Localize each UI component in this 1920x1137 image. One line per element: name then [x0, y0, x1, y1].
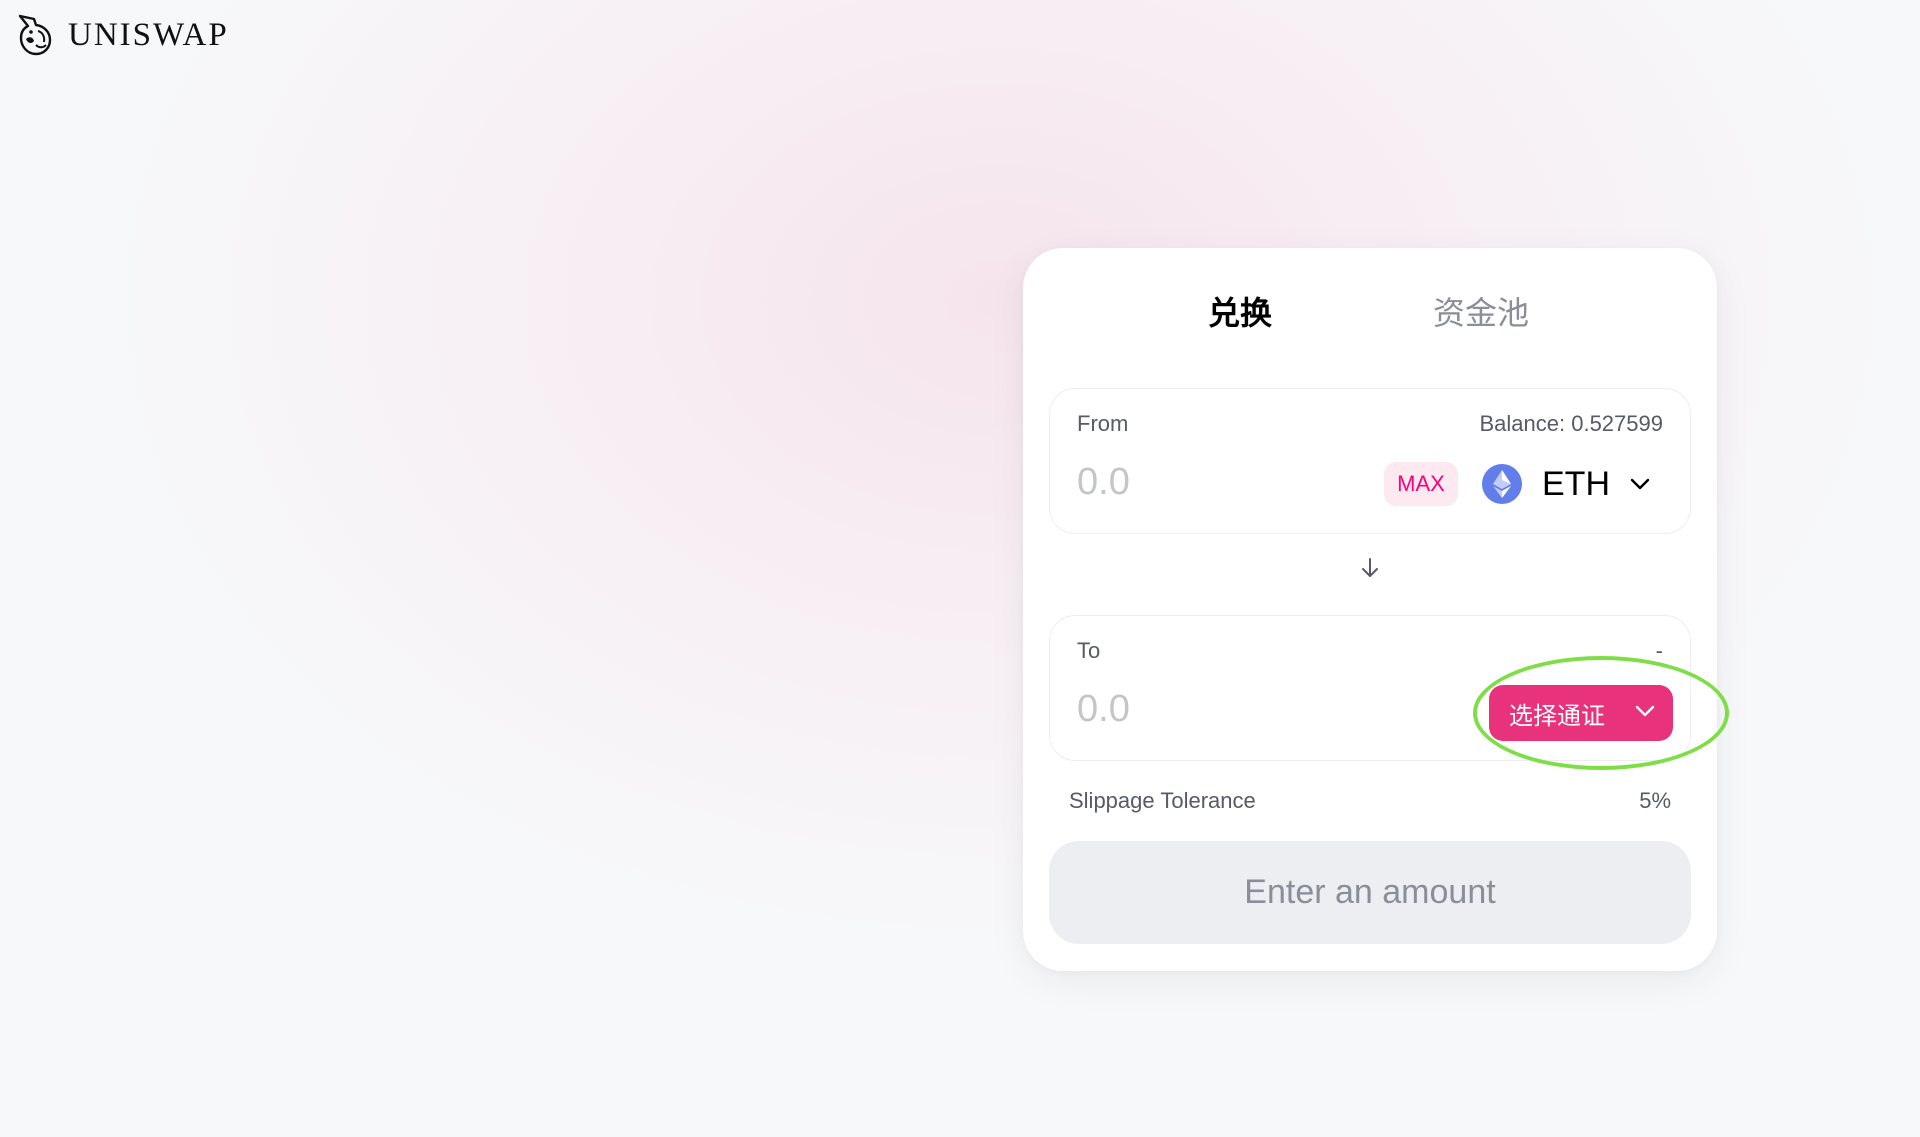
- enter-amount-button[interactable]: Enter an amount: [1049, 841, 1691, 944]
- from-token-symbol: ETH: [1542, 464, 1610, 503]
- chevron-down-icon: [1630, 478, 1650, 490]
- slippage-label: Slippage Tolerance: [1069, 788, 1256, 813]
- brand-name: UNISWAP: [68, 16, 229, 53]
- slippage-row: Slippage Tolerance 5%: [1069, 788, 1671, 814]
- ethereum-icon: [1482, 464, 1522, 504]
- from-panel: From Balance: 0.527599 MAX ETH: [1049, 388, 1691, 534]
- max-button[interactable]: MAX: [1384, 462, 1458, 506]
- to-label: To: [1077, 638, 1101, 663]
- from-token-select[interactable]: ETH: [1482, 457, 1650, 511]
- tab-bar: 兑换 资金池: [1023, 288, 1717, 338]
- to-balance-text: -: [1655, 638, 1663, 663]
- tab-swap[interactable]: 兑换: [1208, 288, 1272, 338]
- swap-card: 兑换 资金池 From Balance: 0.527599 MAX ETH: [1023, 248, 1729, 971]
- slippage-value[interactable]: 5%: [1639, 788, 1671, 814]
- from-label: From: [1077, 411, 1129, 436]
- tab-pool[interactable]: 资金池: [1433, 288, 1529, 338]
- select-token-button[interactable]: 选择通证: [1489, 685, 1673, 741]
- balance-text: Balance: 0.527599: [1479, 411, 1664, 436]
- chevron-down-icon: [1635, 705, 1655, 717]
- to-panel: To - 选择通证: [1049, 615, 1729, 770]
- arrow-down-icon[interactable]: [1358, 556, 1382, 580]
- unicorn-icon: [14, 12, 56, 58]
- from-amount-input[interactable]: [1077, 457, 1337, 507]
- select-token-label: 选择通证: [1509, 701, 1605, 730]
- brand-logo[interactable]: UNISWAP: [14, 12, 229, 58]
- to-amount-input[interactable]: [1077, 684, 1337, 734]
